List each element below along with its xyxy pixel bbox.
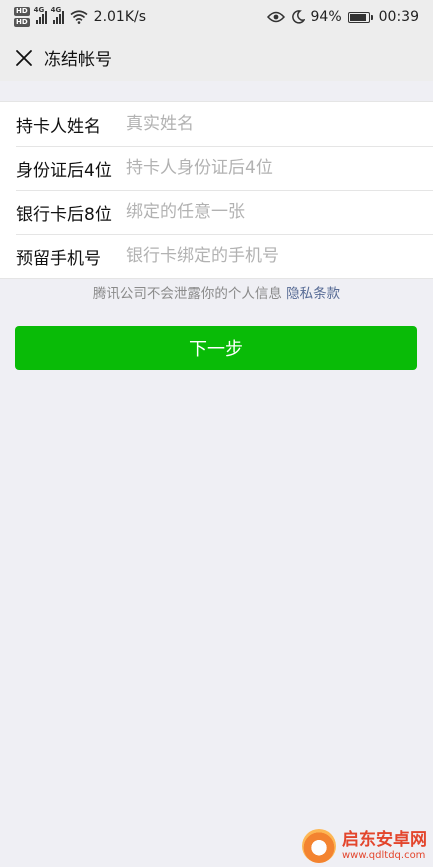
page-title: 冻结帐号 bbox=[44, 50, 112, 70]
verification-form: 持卡人姓名 身份证后4位 银行卡后8位 预留手机号 bbox=[0, 101, 433, 279]
nav-header: 冻结帐号 bbox=[0, 34, 433, 81]
watermark-url: www.qdltdq.com bbox=[342, 849, 426, 861]
status-bar: HD HD 4G 4G 2.01K/s 94% 00:39 bbox=[0, 0, 433, 34]
cardholder-name-input[interactable] bbox=[126, 109, 433, 139]
privacy-policy-link[interactable]: 隐私条款 bbox=[286, 286, 340, 302]
battery-icon bbox=[347, 11, 373, 23]
watermark-title: 启东安卓网 bbox=[342, 830, 427, 851]
form-row-phone: 预留手机号 bbox=[0, 234, 433, 278]
form-row-id-last4: 身份证后4位 bbox=[0, 146, 433, 190]
card-last8-input[interactable] bbox=[126, 197, 433, 227]
close-button[interactable] bbox=[12, 46, 36, 70]
hd-badge-2: HD bbox=[14, 18, 30, 27]
network-type-1: 4G bbox=[33, 6, 45, 14]
form-row-card-last8: 银行卡后8位 bbox=[0, 190, 433, 234]
watermark-logo-icon bbox=[302, 829, 336, 863]
form-row-cardholder-name: 持卡人姓名 bbox=[0, 102, 433, 146]
id-last4-input[interactable] bbox=[126, 153, 433, 183]
close-icon bbox=[16, 49, 32, 66]
status-left: HD HD 4G 4G 2.01K/s bbox=[14, 6, 267, 27]
phone-input[interactable] bbox=[126, 241, 433, 271]
moon-icon bbox=[291, 10, 305, 24]
phone-label: 预留手机号 bbox=[16, 248, 101, 269]
battery-percentage: 94% bbox=[310, 9, 342, 25]
hd-badge-1: HD bbox=[14, 7, 30, 16]
clock: 00:39 bbox=[378, 9, 419, 25]
id-last4-label: 身份证后4位 bbox=[16, 160, 112, 181]
signal-icon-1: 4G bbox=[34, 6, 47, 24]
watermark: 启东安卓网 www.qdltdq.com bbox=[302, 829, 427, 863]
next-step-button[interactable]: 下一步 bbox=[15, 326, 417, 370]
wifi-icon bbox=[70, 10, 88, 24]
hd-indicator: HD HD bbox=[14, 7, 30, 27]
privacy-text: 腾讯公司不会泄露你的个人信息 bbox=[92, 286, 287, 302]
status-right: 94% 00:39 bbox=[266, 9, 419, 25]
network-speed: 2.01K/s bbox=[93, 9, 147, 25]
watermark-text: 启东安卓网 www.qdltdq.com bbox=[342, 831, 427, 861]
card-last8-label: 银行卡后8位 bbox=[16, 204, 112, 225]
privacy-note: 腾讯公司不会泄露你的个人信息 隐私条款 bbox=[0, 282, 433, 302]
network-type-2: 4G bbox=[50, 6, 62, 14]
eye-comfort-icon bbox=[266, 11, 285, 23]
cardholder-name-label: 持卡人姓名 bbox=[16, 116, 101, 137]
signal-icon-2: 4G bbox=[51, 6, 64, 24]
